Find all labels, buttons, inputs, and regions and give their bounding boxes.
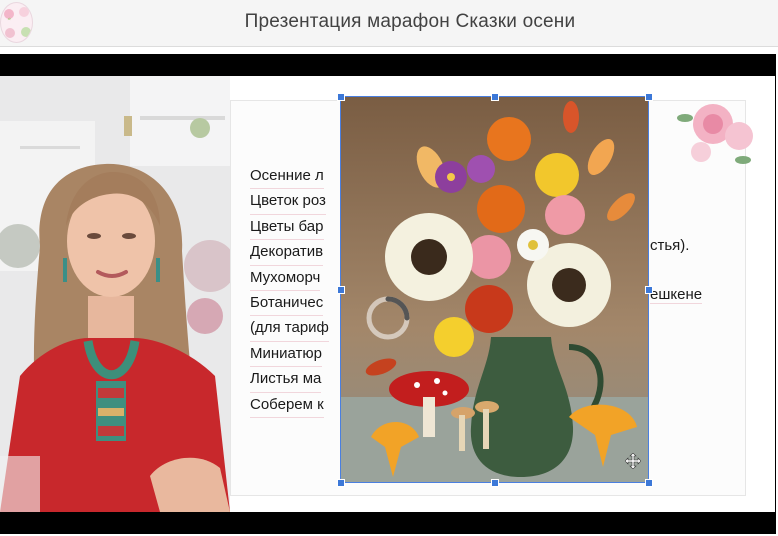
page-title: Презентация марафон Сказки осени <box>244 11 576 32</box>
slide-line: Цветок роз <box>250 189 326 215</box>
video-stage: Осенние л Цветок роз Цветы бар Декоратив… <box>0 54 776 534</box>
slide-line: Миниатюр <box>250 342 323 368</box>
presenter-illustration <box>0 76 230 512</box>
presentation-slide: Осенние л Цветок роз Цветы бар Декоратив… <box>230 76 775 512</box>
slide-line-fragment: стья). <box>650 237 690 254</box>
slide-line: Цветы бар <box>250 215 324 241</box>
resize-handle-se[interactable] <box>645 479 653 487</box>
bouquet-illustration <box>341 97 648 482</box>
resize-handle-e[interactable] <box>645 286 653 294</box>
presenter-video-feed <box>0 76 230 512</box>
slide-line: Листья ма <box>250 367 322 393</box>
slide-line: Осенние л <box>250 164 324 190</box>
flower-wreath-logo-icon[interactable]: ꩰ <box>0 2 33 43</box>
move-cursor-icon <box>625 453 641 469</box>
resize-handle-w[interactable] <box>337 286 345 294</box>
slide-line: Декоратив <box>250 240 324 266</box>
slide-line: Соберем к <box>250 393 324 419</box>
slide-line: (для тариф <box>250 316 329 342</box>
resize-handle-sw[interactable] <box>337 479 345 487</box>
resize-handle-nw[interactable] <box>337 93 345 101</box>
resize-handle-n[interactable] <box>491 93 499 101</box>
slide-line: Мухоморч <box>250 266 321 292</box>
resize-handle-s[interactable] <box>491 479 499 487</box>
app-header: ꩰ Презентация марафон Сказки осени <box>0 0 778 47</box>
resize-handle-ne[interactable] <box>645 93 653 101</box>
slide-line-fragment: ешкене <box>650 286 703 304</box>
autumn-bouquet-vase-image[interactable] <box>340 96 649 483</box>
loading-spinner-icon <box>366 296 410 340</box>
slide-line: Ботаничес <box>250 291 324 317</box>
